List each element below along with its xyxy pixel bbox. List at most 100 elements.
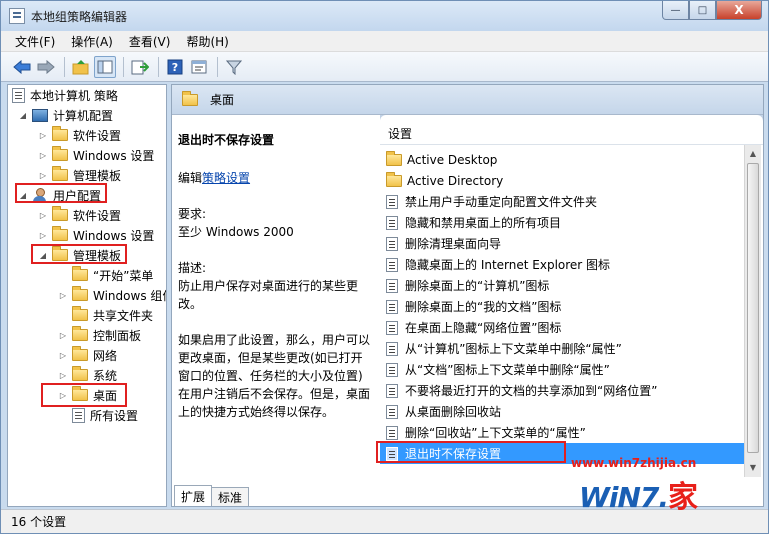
list-item[interactable]: Active Directory [380,170,744,191]
menu-help[interactable]: 帮助(H) [186,33,228,50]
help-icon[interactable]: ? [164,56,186,78]
list-item[interactable]: Active Desktop [380,149,744,170]
up-folder-icon[interactable] [70,56,92,78]
collapsed-arrow-icon[interactable]: ▷ [58,331,68,340]
edit-policy-link[interactable]: 策略设置 [202,171,250,185]
collapsed-arrow-icon[interactable]: ▷ [58,291,68,300]
window-title: 本地组策略编辑器 [31,10,128,24]
column-header-setting[interactable]: 设置 [380,123,763,145]
list-item[interactable]: 从“计算机”图标上下文菜单中删除“属性” [380,338,744,359]
collapsed-arrow-icon[interactable]: ▷ [58,351,68,360]
folder-icon [52,206,68,221]
menu-file[interactable]: 文件(F) [15,33,55,50]
collapsed-arrow-icon[interactable]: ▷ [38,231,48,240]
navigation-tree: 本地计算机 策略 ◢ 计算机配置 ▷ 软件设置 ▷ Windows 设置 ▷ 管… [7,84,167,507]
toolbar: ? [1,52,768,82]
list-item[interactable]: 在桌面上隐藏“网络位置”图标 [380,317,744,338]
tree-item-shared-folders[interactable]: 共享文件夹 [58,305,153,325]
tree-item-all-settings[interactable]: 所有设置 [58,405,138,425]
close-button[interactable]: X [716,1,762,20]
menu-view[interactable]: 查看(V) [129,33,171,50]
maximize-button[interactable]: □ [689,1,716,20]
title-bar[interactable]: 本地组策略编辑器 — □ X [1,1,768,31]
highlight-box-admin-templates [31,244,127,264]
view-tabs: 扩展 标准 [172,485,250,506]
settings-list: 设置 Active Desktop Active Directory 禁止用户手… [380,115,763,477]
site-watermark: www.win7zhijia.cn WiN7.家 [571,456,761,534]
description-label: 描述: [178,261,207,275]
folder-icon [52,166,68,181]
all-settings-icon [72,407,85,423]
collapsed-arrow-icon[interactable]: ▷ [38,131,48,140]
filter-icon[interactable] [223,56,245,78]
collapsed-arrow-icon[interactable]: ▷ [38,211,48,220]
highlight-box-user-config [15,183,107,203]
window: 本地组策略编辑器 — □ X 文件(F) 操作(A) 查看(V) 帮助(H) ?… [0,0,769,534]
tree-item-local-policy[interactable]: 本地计算机 策略 [12,85,118,105]
tree-item-user-software-settings[interactable]: ▷ 软件设置 [38,205,121,225]
tab-extended[interactable]: 扩展 [174,485,213,506]
expanded-arrow-icon[interactable]: ◢ [18,111,28,120]
computer-icon [32,108,48,122]
policy-setting-icon [386,299,398,314]
tree-item-computer-admin-templates[interactable]: ▷ 管理模板 [38,165,121,185]
export-list-icon[interactable] [129,56,151,78]
toolbar-separator [158,56,159,77]
list-item[interactable]: 隐藏和禁用桌面上的所有项目 [380,212,744,233]
list-item[interactable]: 禁止用户手动重定向配置文件文件夹 [380,191,744,212]
requirement-value: 至少 Windows 2000 [178,225,294,239]
menu-action[interactable]: 操作(A) [71,33,113,50]
list-item[interactable]: 删除桌面上的“我的文档”图标 [380,296,744,317]
tree-item-computer-config[interactable]: ◢ 计算机配置 [18,105,113,125]
collapsed-arrow-icon[interactable]: ▷ [38,171,48,180]
scroll-up-icon[interactable]: ▲ [745,145,761,161]
tree-item-computer-windows-settings[interactable]: ▷ Windows 设置 [38,145,154,165]
folder-icon [52,146,68,161]
list-item[interactable]: 隐藏桌面上的 Internet Explorer 图标 [380,254,744,275]
folder-icon [72,366,88,381]
list-item[interactable]: 从“文档”图标上下文菜单中删除“属性” [380,359,744,380]
policy-setting-icon [386,383,398,398]
folder-icon [72,266,88,281]
policy-setting-icon [386,320,398,335]
folder-icon [386,150,402,166]
tree-item-windows-components[interactable]: ▷ Windows 组件 [58,285,166,305]
forward-arrow-icon[interactable] [35,56,57,78]
toolbar-separator [123,56,124,77]
description-detail: 如果启用了此设置，那么，用户可以更改桌面，但是某些更改(如已打开窗口的位置、任务… [178,333,371,419]
list-item[interactable]: 删除桌面上的“计算机”图标 [380,275,744,296]
back-arrow-icon[interactable] [11,56,33,78]
highlight-box-desktop [41,383,127,407]
policy-setting-icon [386,257,398,272]
folder-icon [72,306,88,321]
tab-standard[interactable]: 标准 [211,487,250,506]
folder-icon [386,171,402,187]
collapsed-arrow-icon[interactable]: ▷ [38,151,48,160]
details-header-title: 桌面 [210,93,235,107]
tree-item-network[interactable]: ▷ 网络 [58,345,117,365]
vertical-scrollbar[interactable]: ▲ ▼ [744,145,761,477]
policy-setting-icon [386,194,398,209]
policy-setting-icon [386,215,398,230]
tree-item-user-windows-settings[interactable]: ▷ Windows 设置 [38,225,154,245]
svg-text:?: ? [172,61,178,74]
folder-icon [52,226,68,241]
collapsed-arrow-icon[interactable]: ▷ [58,371,68,380]
policy-setting-icon [386,278,398,293]
list-item[interactable]: 删除“回收站”上下文菜单的“属性” [380,422,744,443]
list-item[interactable]: 删除清理桌面向导 [380,233,744,254]
show-tree-icon[interactable] [94,55,116,78]
folder-icon [182,90,198,106]
scrollbar-thumb[interactable] [747,163,759,453]
properties-icon[interactable] [188,56,210,78]
tree-item-start-menu[interactable]: “开始”菜单 [58,265,153,285]
tree-item-system[interactable]: ▷ 系统 [58,365,117,385]
status-text: 16 个设置 [11,515,67,529]
setting-description: 退出时不保存设置 编辑策略设置 要求: 至少 Windows 2000 描述: … [172,115,380,491]
tree-item-control-panel[interactable]: ▷ 控制面板 [58,325,141,345]
list-item[interactable]: 不要将最近打开的文档的共享添加到“网络位置” [380,380,744,401]
list-item[interactable]: 从桌面删除回收站 [380,401,744,422]
tree-item-computer-software-settings[interactable]: ▷ 软件设置 [38,125,121,145]
minimize-button[interactable]: — [662,1,689,20]
folder-icon [52,126,68,141]
